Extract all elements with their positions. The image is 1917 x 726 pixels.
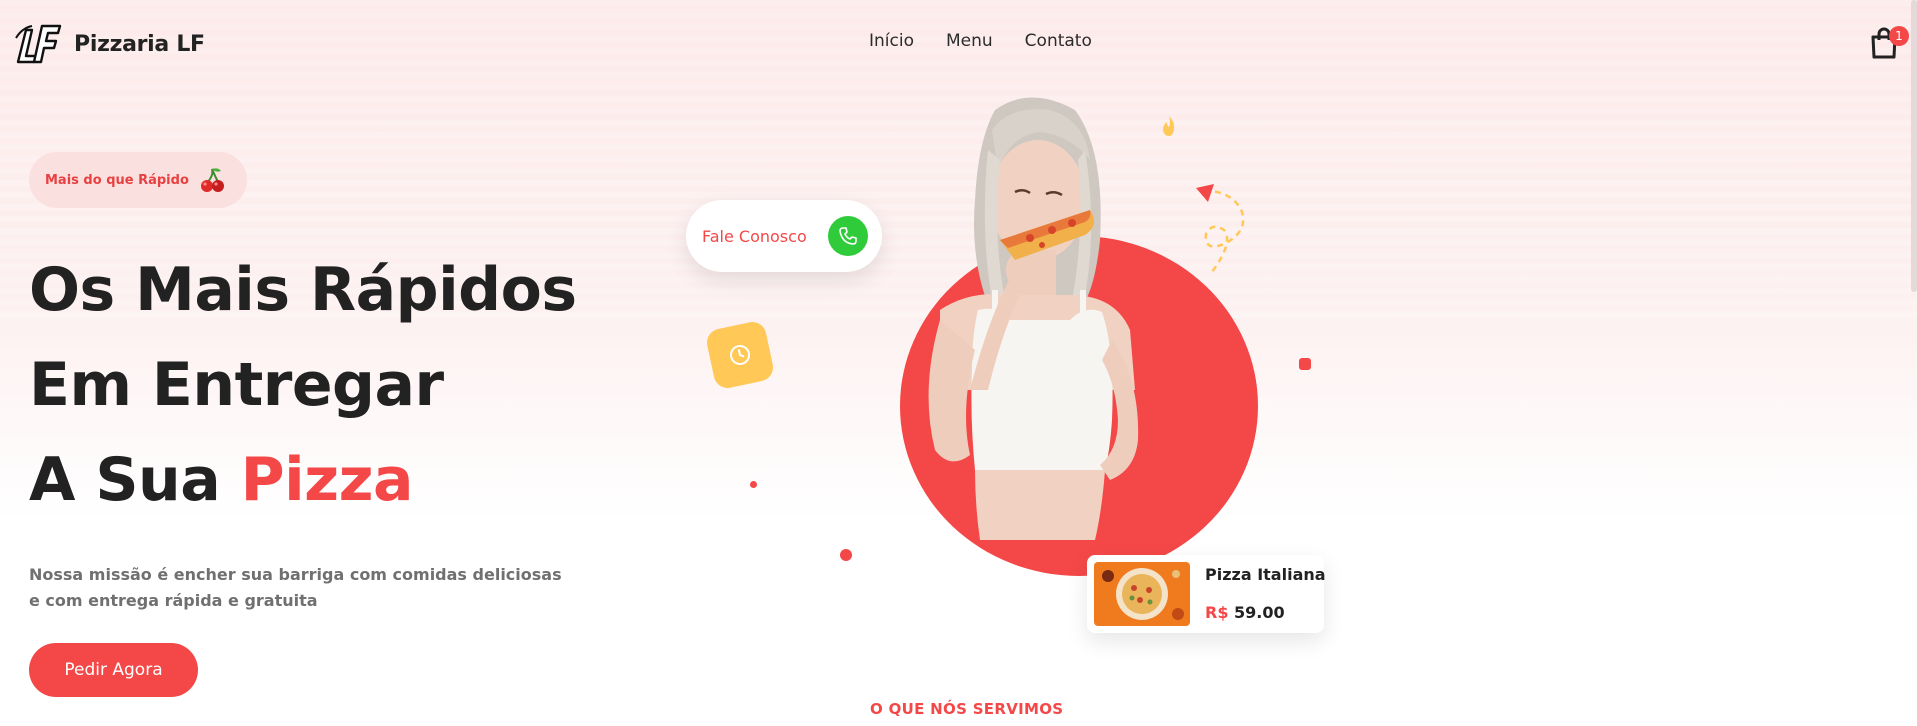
dashed-arrow-icon — [1196, 184, 1245, 273]
product-name: Pizza Italiana — [1205, 565, 1326, 584]
woman-eating-pizza-image — [928, 97, 1139, 540]
nav-item-menu[interactable]: Menu — [946, 31, 993, 51]
headline-accent: Pizza — [240, 445, 414, 515]
section-label: O QUE NÓS SERVIMOS — [870, 700, 1064, 718]
headline-line-2: Em Entregar — [29, 350, 444, 420]
nav-item-inicio[interactable]: Início — [869, 31, 914, 51]
main-nav: Início Menu Contato — [869, 31, 1092, 51]
decor-dot — [840, 549, 852, 561]
product-currency: R$ — [1205, 603, 1229, 622]
headline-line-1: Os Mais Rápidos — [29, 255, 577, 325]
clock-icon — [704, 319, 776, 391]
flame-icon — [1163, 116, 1175, 136]
decor-dot — [750, 481, 757, 488]
nav-item-contato[interactable]: Contato — [1025, 31, 1092, 51]
headline-line-3-prefix: A Sua — [29, 445, 221, 515]
site-header: Pizzaria LF Início Menu Contato 1 — [0, 0, 1917, 86]
contact-us-button[interactable]: Fale Conosco — [686, 200, 882, 272]
hero-description: Nossa missão é encher sua barriga com co… — [29, 565, 562, 610]
cart-count-badge: 1 — [1889, 26, 1909, 46]
product-card[interactable]: Pizza Italiana R$ 59.00 — [1087, 555, 1326, 633]
page-scrollbar[interactable] — [1911, 0, 1917, 292]
product-price: R$ 59.00 — [1205, 603, 1285, 622]
decor-dot — [1299, 358, 1311, 370]
hero-headline: Os Mais Rápidos Em Entregar A Sua Pizza — [29, 250, 577, 535]
headline-line-3: A Sua Pizza — [29, 440, 577, 535]
pizza-italiana-image — [1094, 562, 1190, 626]
contact-us-label: Fale Conosco — [702, 226, 807, 246]
hero-badge-label: Mais do que Rápido — [45, 172, 189, 188]
logo[interactable]: Pizzaria LF — [12, 18, 205, 70]
product-price-value: 59.00 — [1234, 603, 1285, 622]
cart-button[interactable]: 1 — [1869, 26, 1909, 62]
phone-icon — [828, 216, 868, 256]
logo-mark-icon — [15, 24, 62, 64]
brand-name: Pizzaria LF — [74, 31, 205, 57]
hero-badge: Mais do que Rápido — [29, 152, 247, 208]
cherry-icon — [200, 168, 224, 192]
order-now-button[interactable]: Pedir Agora — [29, 643, 198, 697]
